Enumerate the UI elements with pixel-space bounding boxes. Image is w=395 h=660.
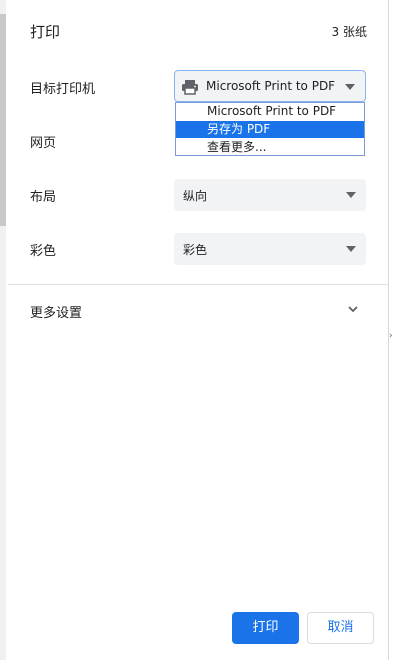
printer-icon xyxy=(182,80,198,95)
destination-dropdown[interactable]: Microsoft Print to PDF 另存为 PDF 查看更多... xyxy=(175,102,365,156)
destination-caret-icon xyxy=(345,84,355,90)
color-value: 彩色 xyxy=(183,243,208,257)
layout-value: 纵向 xyxy=(183,189,208,203)
collapse-arrow-icon: › xyxy=(389,331,393,341)
cancel-button[interactable]: 取消 xyxy=(307,612,374,644)
dropdown-option-see-more[interactable]: 查看更多... xyxy=(176,139,364,156)
chevron-down-icon[interactable] xyxy=(348,304,358,314)
destination-value: Microsoft Print to PDF xyxy=(206,79,336,93)
destination-select[interactable]: Microsoft Print to PDF xyxy=(174,70,366,102)
print-button[interactable]: 打印 xyxy=(232,612,299,644)
left-scroll-thumb[interactable] xyxy=(0,14,6,226)
color-label: 彩色 xyxy=(30,244,57,259)
pages-label: 网页 xyxy=(30,136,57,151)
sheet-count: 3 张纸 xyxy=(331,25,367,39)
print-title: 打印 xyxy=(30,23,61,41)
layout-caret-icon xyxy=(346,192,356,198)
color-caret-icon xyxy=(346,246,356,252)
dropdown-option-ms-print[interactable]: Microsoft Print to PDF xyxy=(176,103,364,120)
more-settings-toggle[interactable]: 更多设置 xyxy=(30,302,82,321)
dropdown-option-save-pdf[interactable]: 另存为 PDF xyxy=(176,121,364,138)
destination-label: 目标打印机 xyxy=(30,82,96,97)
panel-gap xyxy=(389,0,395,660)
layout-label: 布局 xyxy=(30,190,57,205)
color-select[interactable]: 彩色 xyxy=(174,233,366,265)
layout-select[interactable]: 纵向 xyxy=(174,179,366,211)
section-divider xyxy=(8,284,388,285)
